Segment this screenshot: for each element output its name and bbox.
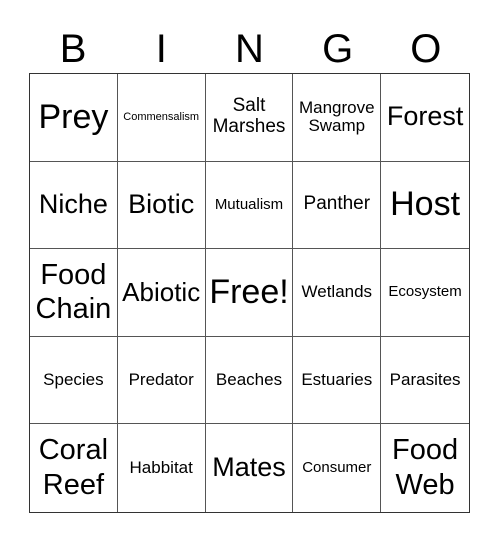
bingo-cell[interactable]: Niche xyxy=(30,161,118,250)
bingo-cell[interactable]: Mates xyxy=(206,424,294,512)
bingo-cell[interactable]: Panther xyxy=(293,161,382,250)
bingo-cell[interactable]: Mutualism xyxy=(205,161,294,250)
bingo-cell[interactable]: Prey xyxy=(30,74,118,162)
header-letter-o: O xyxy=(410,27,442,71)
header-letter-n: N xyxy=(235,27,264,71)
bingo-cell[interactable]: Salt Marshes xyxy=(205,74,294,162)
bingo-cell[interactable]: Forest xyxy=(381,74,469,162)
bingo-cell[interactable]: Consumer xyxy=(293,424,382,512)
bingo-grid: Prey Commensalism Salt Marshes Mangrove Swa… xyxy=(29,73,470,513)
bingo-cell[interactable]: Predator xyxy=(117,336,206,425)
header-letter-i: I xyxy=(155,27,167,71)
bingo-cell[interactable]: Habbitat xyxy=(118,424,206,512)
free-space-cell[interactable]: Free! xyxy=(205,249,294,337)
bingo-cell[interactable]: Biotic xyxy=(117,161,206,250)
bingo-cell[interactable]: Beaches xyxy=(205,336,294,425)
bingo-cell[interactable]: Wetlands xyxy=(293,249,382,337)
bingo-cell[interactable]: Species xyxy=(30,336,118,425)
bingo-cell[interactable]: Host xyxy=(381,162,469,250)
bingo-cell[interactable]: Commensalism xyxy=(117,74,206,162)
bingo-cell[interactable]: Mangrove Swamp xyxy=(293,74,382,162)
bingo-cell[interactable]: Abiotic xyxy=(117,249,206,337)
bingo-cell[interactable]: Estuaries xyxy=(293,336,382,425)
bingo-cell[interactable]: Parasites xyxy=(381,337,469,425)
bingo-cell[interactable]: Food Web xyxy=(381,424,469,512)
bingo-cell[interactable]: Coral Reef xyxy=(30,424,118,512)
bingo-cell[interactable]: Ecosystem xyxy=(381,249,469,337)
bingo-header: B I N G O xyxy=(29,26,470,72)
header-letter-b: B xyxy=(59,27,87,71)
header-letter-g: G xyxy=(322,27,354,71)
bingo-cell[interactable]: Food Chain xyxy=(30,249,118,337)
